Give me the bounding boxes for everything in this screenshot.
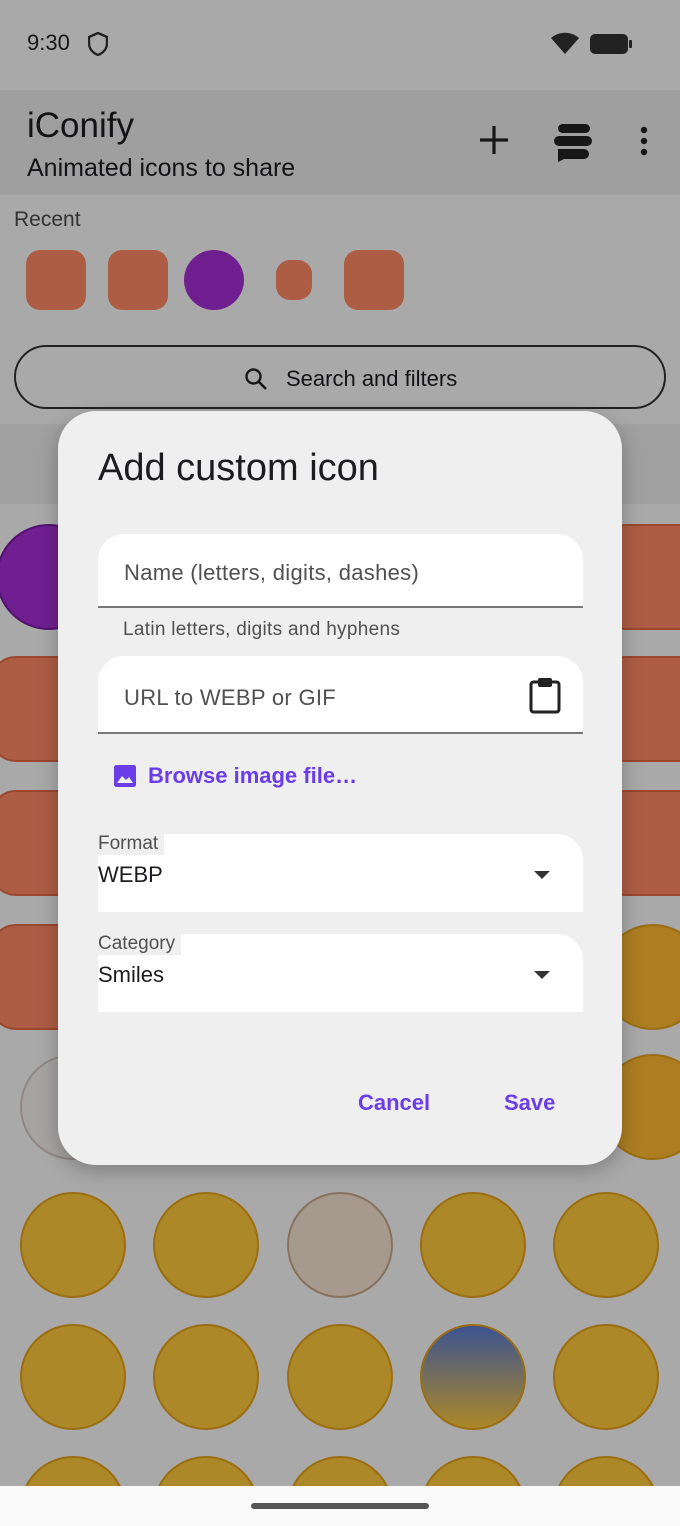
cancel-button[interactable]: Cancel	[358, 1086, 430, 1120]
dialog-title: Add custom icon	[98, 447, 379, 489]
format-select-bg	[98, 834, 583, 912]
browse-image-file-button[interactable]: Browse image file…	[114, 759, 357, 793]
home-handle[interactable]	[251, 1503, 429, 1509]
name-field[interactable]: Name (letters, digits, dashes)	[98, 534, 583, 608]
browse-label: Browse image file…	[148, 763, 358, 788]
name-field-supporting-text: Latin letters, digits and hyphens	[123, 619, 401, 640]
clipboard-paste-icon[interactable]	[528, 676, 562, 714]
add-custom-icon-dialog: Add custom icon Name (letters, digits, d…	[58, 411, 622, 1165]
image-icon	[114, 765, 136, 787]
category-select[interactable]: Category Smiles	[98, 933, 583, 1012]
format-label: Format	[98, 833, 165, 855]
save-button[interactable]: Save	[504, 1086, 555, 1120]
url-field-placeholder: URL to WEBP or GIF	[124, 685, 337, 710]
format-value: WEBP	[98, 862, 163, 887]
category-value: Smiles	[98, 962, 165, 987]
category-label: Category	[98, 933, 182, 955]
format-select[interactable]: Format WEBP	[98, 833, 583, 912]
dropdown-arrow-icon	[534, 971, 550, 979]
name-field-placeholder: Name (letters, digits, dashes)	[124, 560, 420, 585]
url-field[interactable]: URL to WEBP or GIF	[98, 656, 583, 734]
gesture-nav-bar	[0, 1486, 680, 1526]
dropdown-arrow-icon	[534, 871, 550, 879]
